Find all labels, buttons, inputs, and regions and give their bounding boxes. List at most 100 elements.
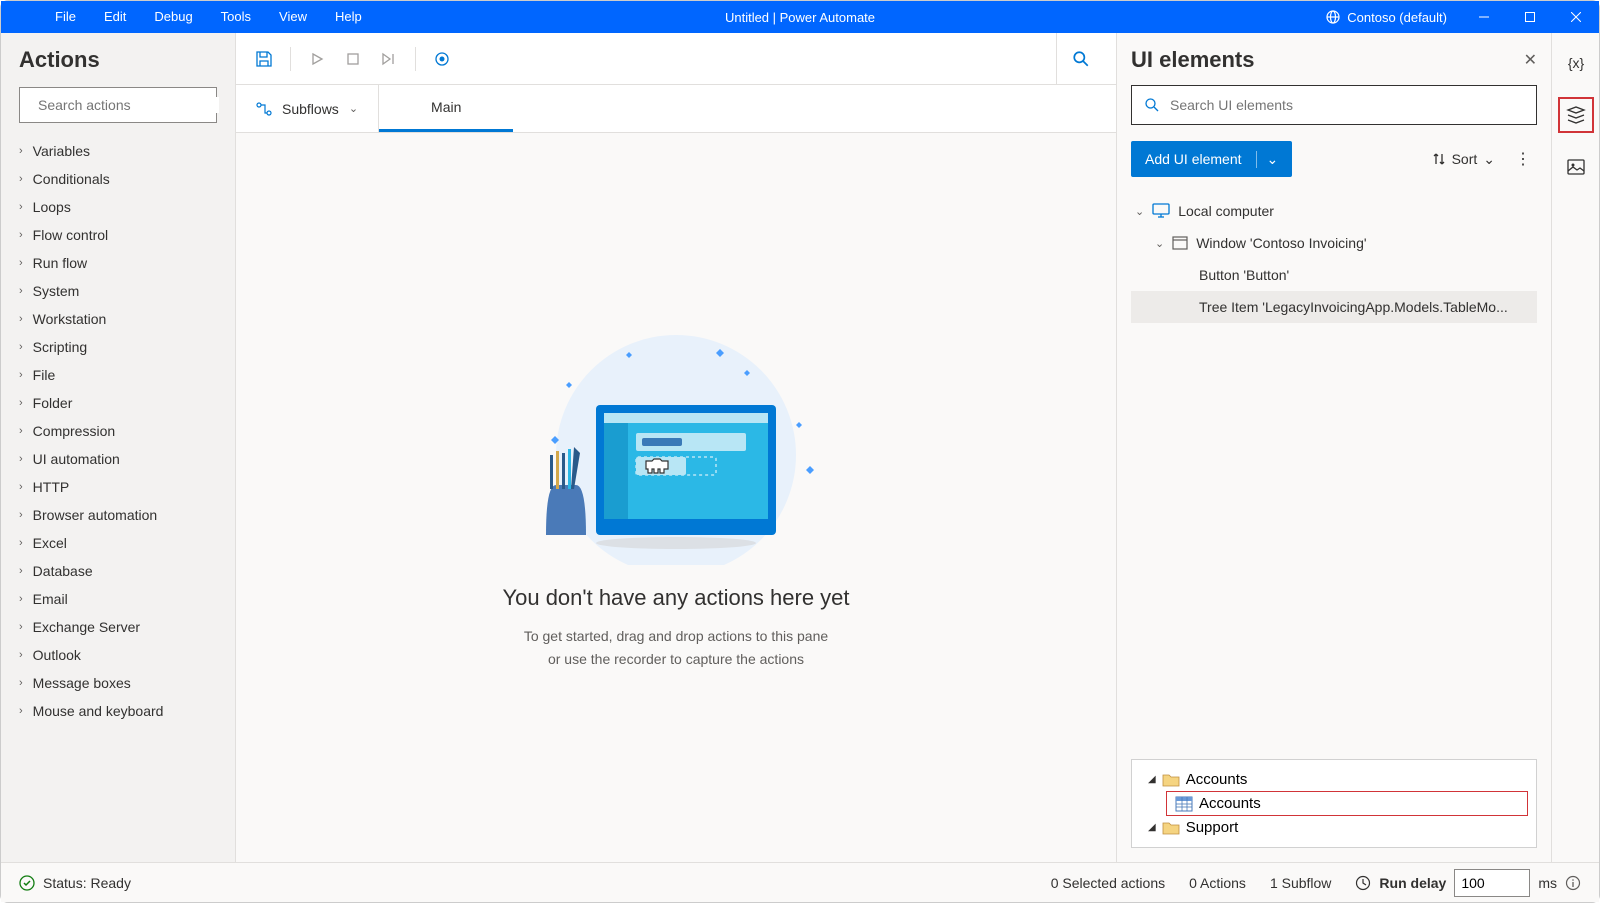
actions-search-input[interactable] (38, 97, 219, 113)
environment-selector[interactable]: Contoso (default) (1311, 9, 1461, 25)
tree-item-button[interactable]: Button 'Button' (1131, 259, 1537, 291)
chevron-right-icon: › (19, 453, 23, 465)
action-category[interactable]: ›Exchange Server (1, 613, 235, 641)
action-category[interactable]: ›Folder (1, 389, 235, 417)
actions-search[interactable] (19, 87, 217, 123)
action-category[interactable]: ›Message boxes (1, 669, 235, 697)
run-delay-input[interactable] (1454, 869, 1530, 897)
menu-view[interactable]: View (265, 1, 321, 33)
action-category[interactable]: ›Loops (1, 193, 235, 221)
more-button[interactable]: ⋮ (1509, 149, 1537, 169)
ui-panel-close[interactable]: ✕ (1524, 50, 1537, 70)
titlebar: File Edit Debug Tools View Help Untitled… (1, 1, 1599, 33)
action-category[interactable]: ›Excel (1, 529, 235, 557)
window-title: Untitled | Power Automate (725, 10, 875, 25)
tree-item-root[interactable]: ⌄ Local computer (1131, 195, 1537, 227)
chevron-right-icon: › (19, 341, 23, 353)
toolbar (236, 33, 1116, 85)
chevron-right-icon: › (19, 649, 23, 661)
globe-icon (1325, 9, 1341, 25)
check-icon (19, 875, 35, 891)
add-ui-element-button[interactable]: Add UI element ⌄ (1131, 141, 1292, 177)
chevron-right-icon: › (19, 677, 23, 689)
chevron-right-icon: › (19, 145, 23, 157)
preview-item-accounts-folder[interactable]: ◢ Accounts (1140, 768, 1528, 791)
action-category[interactable]: ›Conditionals (1, 165, 235, 193)
menu-edit[interactable]: Edit (90, 1, 140, 33)
menu-tools[interactable]: Tools (207, 1, 265, 33)
tab-main[interactable]: Main (379, 85, 513, 132)
actions-count: 0 Actions (1189, 875, 1246, 891)
run-delay-label: Run delay (1379, 875, 1446, 891)
statusbar: Status: Ready 0 Selected actions 0 Actio… (1, 862, 1599, 902)
record-button[interactable] (426, 43, 458, 75)
chevron-down-icon[interactable]: ⌄ (1256, 151, 1279, 168)
maximize-button[interactable] (1507, 1, 1553, 33)
actions-title: Actions (1, 33, 235, 87)
action-category[interactable]: ›Browser automation (1, 501, 235, 529)
flow-canvas[interactable]: You don't have any actions here yet To g… (236, 133, 1116, 862)
action-category[interactable]: ›Mouse and keyboard (1, 697, 235, 725)
chevron-right-icon: › (19, 173, 23, 185)
chevron-right-icon: › (19, 201, 23, 213)
folder-icon (1162, 821, 1180, 835)
preview-item-support-folder[interactable]: ◢ Support (1140, 816, 1528, 839)
chevron-right-icon: › (19, 257, 23, 269)
right-rail: {x} (1551, 33, 1599, 862)
subflow-icon (256, 101, 272, 117)
computer-icon (1152, 203, 1170, 219)
ui-elements-rail-icon[interactable] (1558, 97, 1594, 133)
action-category[interactable]: ›Scripting (1, 333, 235, 361)
tabs-bar: Subflows ⌄ Main (236, 85, 1116, 133)
tree-item-treeitem[interactable]: Tree Item 'LegacyInvoicingApp.Models.Tab… (1131, 291, 1537, 323)
delay-unit: ms (1538, 875, 1557, 891)
status-text: Status: Ready (43, 875, 131, 891)
empty-description: To get started, drag and drop actions to… (524, 625, 828, 670)
save-button[interactable] (248, 43, 280, 75)
action-category[interactable]: ›UI automation (1, 445, 235, 473)
toolbar-search-button[interactable] (1056, 33, 1104, 84)
images-rail-icon[interactable] (1558, 149, 1594, 185)
chevron-right-icon: › (19, 425, 23, 437)
subflows-dropdown[interactable]: Subflows ⌄ (236, 85, 379, 132)
info-icon[interactable] (1565, 875, 1581, 891)
variables-rail-icon[interactable]: {x} (1558, 45, 1594, 81)
minimize-button[interactable] (1461, 1, 1507, 33)
chevron-right-icon: › (19, 481, 23, 493)
sort-button[interactable]: Sort ⌄ (1432, 151, 1495, 168)
chevron-down-icon[interactable]: ⌄ (1155, 237, 1164, 250)
designer-area: Subflows ⌄ Main (236, 33, 1116, 862)
window-icon (1172, 236, 1188, 250)
chevron-right-icon: › (19, 313, 23, 325)
clock-icon (1355, 875, 1371, 891)
action-category[interactable]: ›Run flow (1, 249, 235, 277)
action-category[interactable]: ›HTTP (1, 473, 235, 501)
action-category[interactable]: ›Outlook (1, 641, 235, 669)
actions-list[interactable]: ›Variables›Conditionals›Loops›Flow contr… (1, 133, 235, 862)
subflow-count: 1 Subflow (1270, 875, 1331, 891)
action-category[interactable]: ›Workstation (1, 305, 235, 333)
action-category[interactable]: ›Variables (1, 137, 235, 165)
menu-debug[interactable]: Debug (140, 1, 206, 33)
menu-bar: File Edit Debug Tools View Help (1, 1, 376, 33)
stop-button[interactable] (337, 43, 369, 75)
ui-preview: ◢ Accounts Accounts ◢ Support (1131, 759, 1537, 848)
chevron-right-icon: › (19, 229, 23, 241)
close-button[interactable] (1553, 1, 1599, 33)
preview-item-accounts-table[interactable]: Accounts (1166, 791, 1528, 816)
chevron-down-icon[interactable]: ⌄ (1135, 205, 1144, 218)
menu-help[interactable]: Help (321, 1, 376, 33)
action-category[interactable]: ›Flow control (1, 221, 235, 249)
tree-item-window[interactable]: ⌄ Window 'Contoso Invoicing' (1131, 227, 1537, 259)
action-category[interactable]: ›System (1, 277, 235, 305)
action-category[interactable]: ›Email (1, 585, 235, 613)
chevron-right-icon: › (19, 593, 23, 605)
step-button[interactable] (373, 43, 405, 75)
action-category[interactable]: ›Database (1, 557, 235, 585)
ui-search-input[interactable] (1170, 97, 1524, 113)
menu-file[interactable]: File (41, 1, 90, 33)
ui-search[interactable] (1131, 85, 1537, 125)
action-category[interactable]: ›File (1, 361, 235, 389)
action-category[interactable]: ›Compression (1, 417, 235, 445)
run-button[interactable] (301, 43, 333, 75)
